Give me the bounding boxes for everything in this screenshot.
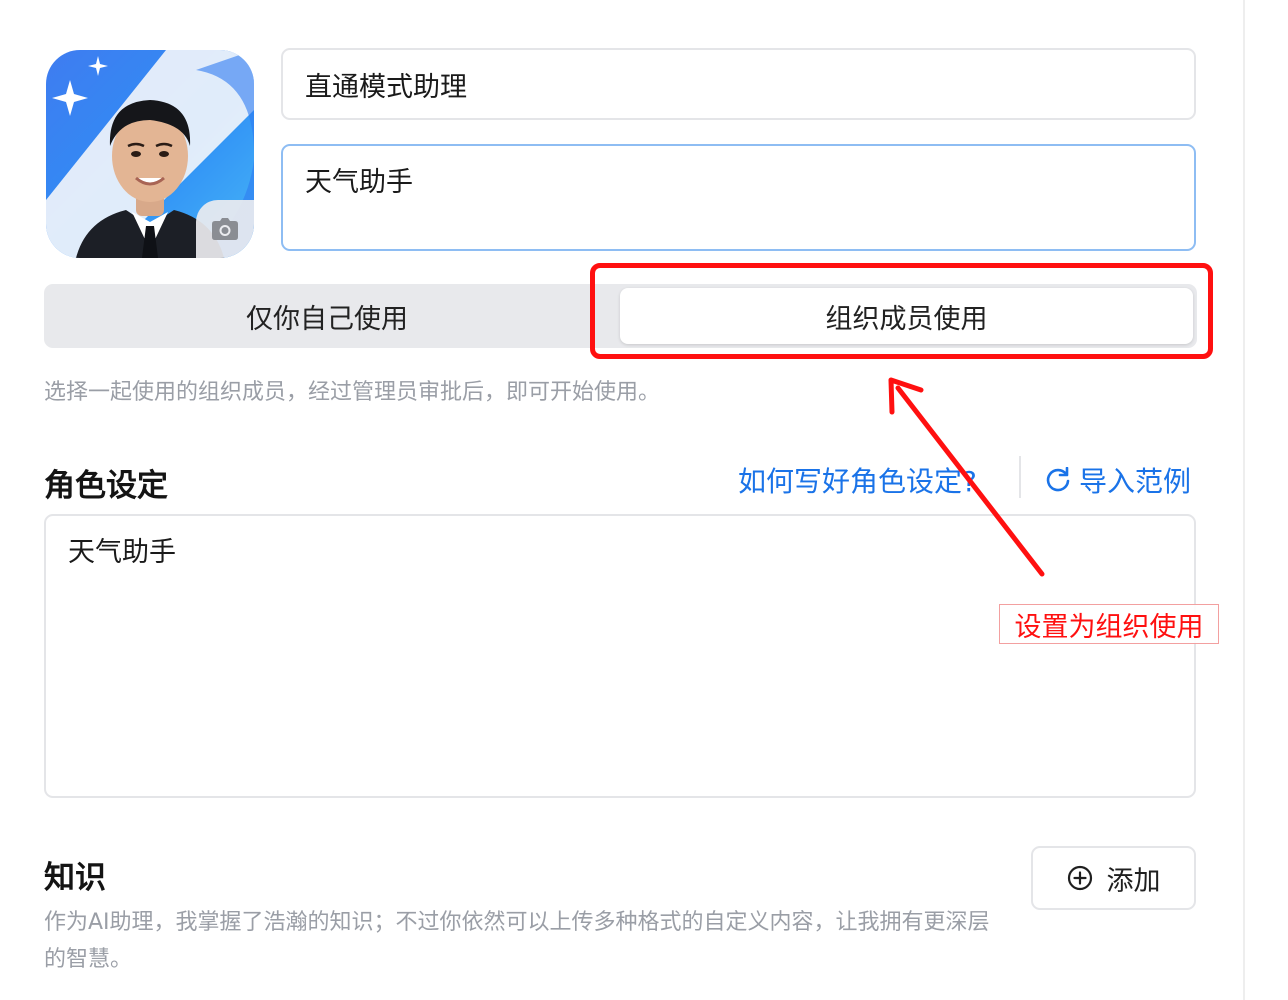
add-knowledge-button[interactable]: 添加 [1031,846,1196,910]
plus-circle-icon [1067,865,1092,891]
annotation-label: 设置为组织使用 [999,604,1219,644]
knowledge-section-title: 知识 [44,860,106,896]
add-knowledge-label: 添加 [1106,865,1161,897]
knowledge-description: 作为AI助理，我掌握了浩瀚的知识；不过你依然可以上传多种格式的自定义内容，让我拥… [44,910,990,972]
